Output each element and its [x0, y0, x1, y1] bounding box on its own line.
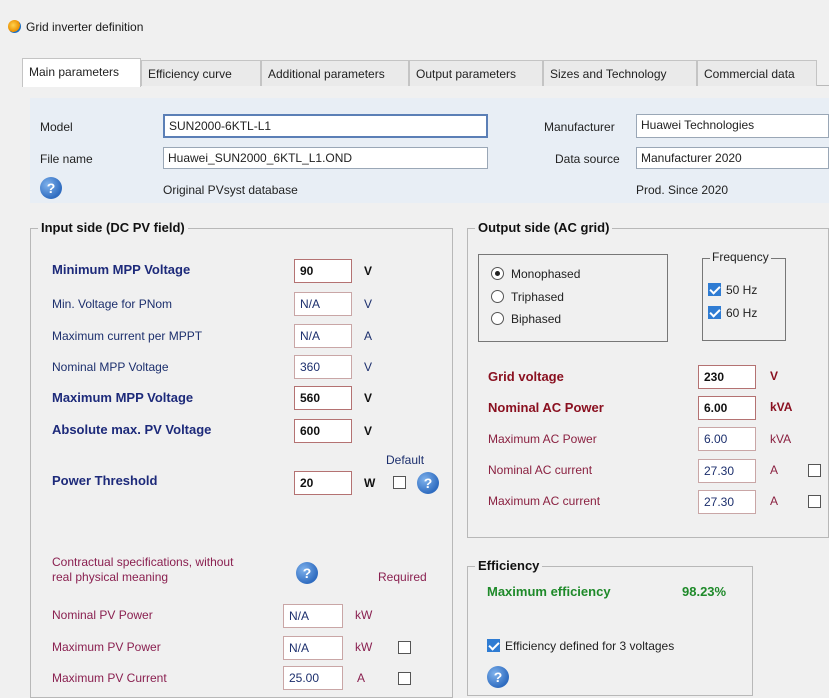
threshold-help-icon[interactable]: ?	[417, 472, 439, 494]
app-logo-icon	[8, 20, 21, 33]
min-v-pnom-label: Min. Voltage for PNom	[52, 297, 173, 311]
required-label: Required	[378, 570, 427, 584]
max-ac-current-label: Maximum AC current	[488, 494, 601, 508]
contract-text-1: Contractual specifications, without	[52, 555, 234, 569]
freq-50-checkbox[interactable]	[708, 283, 721, 296]
freq-60-label: 60 Hz	[726, 306, 758, 320]
min-mpp-label: Minimum MPP Voltage	[52, 262, 191, 277]
abs-max-voltage-unit: V	[364, 424, 373, 438]
max-mpp-unit: V	[364, 391, 373, 405]
max-efficiency-value: 98.23%	[682, 584, 727, 599]
nominal-ac-current-field[interactable]: 27.30	[698, 459, 756, 483]
window-titlebar: Grid inverter definition	[0, 0, 829, 56]
tab-additional-parameters[interactable]: Additional parameters	[261, 60, 409, 86]
max-current-mppt-field[interactable]: N/A	[294, 324, 352, 348]
datasource-label: Data source	[555, 152, 620, 166]
max-pv-power-label: Maximum PV Power	[52, 640, 161, 654]
model-field[interactable]: SUN2000-6KTL-L1	[163, 114, 488, 138]
max-pv-power-unit: kW	[355, 640, 373, 654]
model-label: Model	[40, 120, 73, 134]
nominal-ac-power-unit: kVA	[770, 400, 793, 414]
prod-since-text: Prod. Since 2020	[636, 183, 729, 197]
nominal-pv-power-unit: kW	[355, 608, 373, 622]
contract-help-icon[interactable]: ?	[296, 562, 318, 584]
tab-main-parameters[interactable]: Main parameters	[22, 58, 141, 87]
max-ac-current-checkbox[interactable]	[808, 495, 821, 508]
output-side-title: Output side (AC grid)	[475, 220, 613, 235]
nominal-ac-current-label: Nominal AC current	[488, 463, 593, 477]
biphased-label: Biphased	[511, 312, 562, 326]
tab-efficiency-curve[interactable]: Efficiency curve	[141, 60, 261, 86]
max-ac-current-unit: A	[770, 494, 779, 508]
origin-text: Original PVsyst database	[163, 183, 298, 197]
max-ac-current-field[interactable]: 27.30	[698, 490, 756, 514]
filename-label: File name	[40, 152, 93, 166]
nominal-mpp-field[interactable]: 360	[294, 355, 352, 379]
radio-biphased[interactable]	[491, 312, 504, 325]
tab-output-parameters[interactable]: Output parameters	[409, 60, 543, 86]
power-threshold-field[interactable]: 20	[294, 471, 352, 495]
tab-commercial-data[interactable]: Commercial data	[697, 60, 817, 86]
efficiency-help-icon[interactable]: ?	[487, 666, 509, 688]
grid-voltage-unit: V	[770, 369, 779, 383]
manufacturer-label: Manufacturer	[544, 120, 615, 134]
nominal-ac-power-field[interactable]: 6.00	[698, 396, 756, 420]
three-voltages-checkbox[interactable]	[487, 639, 500, 652]
frequency-title: Frequency	[710, 250, 771, 264]
max-current-mppt-unit: A	[364, 329, 373, 343]
nominal-mpp-label: Nominal MPP Voltage	[52, 360, 169, 374]
freq-50-label: 50 Hz	[726, 283, 758, 297]
min-mpp-unit: V	[364, 264, 373, 278]
max-efficiency-label: Maximum efficiency	[487, 584, 611, 599]
frequency-box	[702, 258, 786, 341]
nominal-pv-power-field[interactable]: N/A	[283, 604, 343, 628]
triphased-label: Triphased	[511, 290, 564, 304]
tab-bar: Main parameters Efficiency curve Additio…	[22, 58, 829, 87]
radio-monophased[interactable]	[491, 267, 504, 280]
grid-voltage-label: Grid voltage	[488, 369, 564, 384]
max-pv-current-required-checkbox[interactable]	[398, 672, 411, 685]
max-current-mppt-label: Maximum current per MPPT	[52, 329, 203, 343]
freq-60-checkbox[interactable]	[708, 306, 721, 319]
max-pv-power-field[interactable]: N/A	[283, 636, 343, 660]
default-label: Default	[386, 453, 425, 467]
nominal-ac-power-label: Nominal AC Power	[488, 400, 604, 415]
min-mpp-field[interactable]: 90	[294, 259, 352, 283]
nominal-pv-power-label: Nominal PV Power	[52, 608, 153, 622]
datasource-field[interactable]: Manufacturer 2020	[636, 147, 829, 169]
max-pv-power-required-checkbox[interactable]	[398, 641, 411, 654]
input-side-title: Input side (DC PV field)	[38, 220, 188, 235]
power-threshold-unit: W	[364, 476, 376, 490]
max-pv-current-label: Maximum PV Current	[52, 671, 167, 685]
min-v-pnom-unit: V	[364, 297, 373, 311]
tab-sizes-technology[interactable]: Sizes and Technology	[543, 60, 697, 86]
power-threshold-label: Power Threshold	[52, 473, 158, 488]
nominal-ac-current-checkbox[interactable]	[808, 464, 821, 477]
nominal-mpp-unit: V	[364, 360, 373, 374]
abs-max-voltage-label: Absolute max. PV Voltage	[52, 422, 212, 437]
nominal-ac-current-unit: A	[770, 463, 779, 477]
default-checkbox[interactable]	[393, 476, 406, 489]
min-v-pnom-field[interactable]: N/A	[294, 292, 352, 316]
max-mpp-field[interactable]: 560	[294, 386, 352, 410]
radio-triphased[interactable]	[491, 290, 504, 303]
three-voltages-label: Efficiency defined for 3 voltages	[505, 639, 675, 653]
max-ac-power-unit: kVA	[770, 432, 792, 446]
grid-voltage-field[interactable]: 230	[698, 365, 756, 389]
contract-text-2: real physical meaning	[52, 570, 169, 584]
max-mpp-label: Maximum MPP Voltage	[52, 390, 194, 405]
help-icon[interactable]: ?	[40, 177, 62, 199]
efficiency-title: Efficiency	[475, 558, 543, 573]
max-ac-power-label: Maximum AC Power	[488, 432, 597, 446]
abs-max-voltage-field[interactable]: 600	[294, 419, 352, 443]
monophased-label: Monophased	[511, 267, 581, 281]
max-pv-current-field[interactable]: 25.00	[283, 666, 343, 690]
manufacturer-field[interactable]: Huawei Technologies	[636, 114, 829, 138]
max-pv-current-unit: A	[357, 671, 366, 685]
window-title: Grid inverter definition	[26, 20, 144, 34]
filename-field[interactable]: Huawei_SUN2000_6KTL_L1.OND	[163, 147, 488, 169]
max-ac-power-field[interactable]: 6.00	[698, 427, 756, 451]
